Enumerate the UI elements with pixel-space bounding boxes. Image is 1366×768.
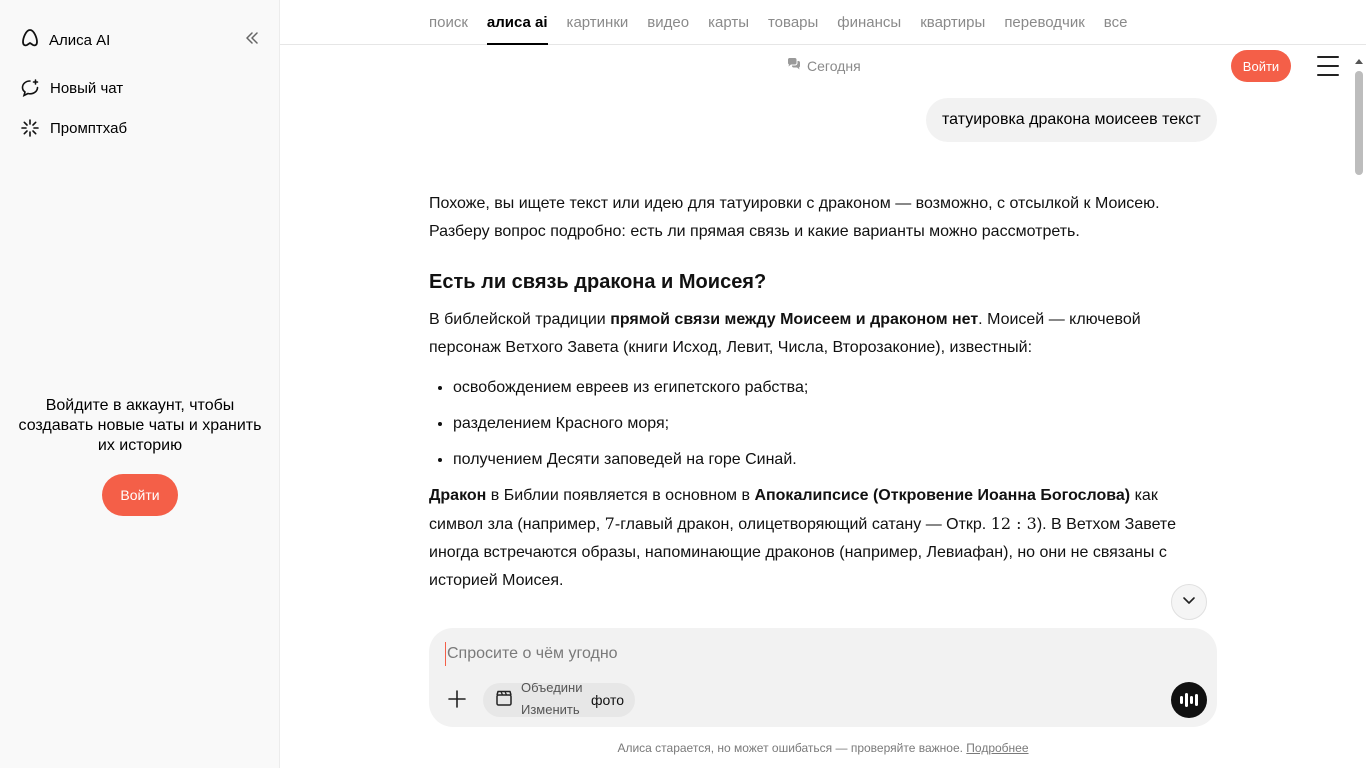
sidebar-item-prompthub[interactable]: Промптхаб — [20, 118, 127, 138]
tab-products[interactable]: товары — [768, 0, 818, 45]
tab-all[interactable]: все — [1104, 0, 1128, 45]
chat-date-label: Сегодня — [787, 57, 861, 74]
list-item: освобождением евреев из египетского рабс… — [453, 374, 1179, 402]
list-item: разделением Красного моря; — [453, 410, 1179, 438]
chevron-down-icon — [1181, 592, 1197, 613]
add-attachment-icon[interactable] — [446, 688, 468, 710]
sidebar-item-label: Новый чат — [50, 79, 124, 97]
composer: Объедини Изменить фото — [429, 628, 1217, 727]
tab-alice-ai[interactable]: алиса ai — [486, 0, 548, 45]
scroll-to-bottom-button[interactable] — [1171, 584, 1207, 620]
tab-search[interactable]: поиск — [429, 0, 468, 45]
tab-finance[interactable]: финансы — [837, 0, 901, 45]
disclaimer-text: Алиса старается, но может ошибаться — пр… — [617, 741, 967, 755]
scroll-thumb[interactable] — [1355, 71, 1363, 175]
answer-heading: Есть ли связь дракона и Моисея? — [429, 271, 767, 293]
scrollbar[interactable] — [1352, 45, 1366, 768]
sidebar-item-new-chat[interactable]: Новый чат — [20, 78, 123, 98]
menu-icon[interactable] — [1317, 56, 1339, 76]
clapperboard-icon — [495, 689, 513, 712]
login-prompt-text: Войдите в аккаунт, чтобы создавать новые… — [18, 397, 262, 454]
disclaimer: Алиса старается, но может ошибаться — пр… — [429, 741, 1217, 755]
tab-images[interactable]: картинки — [567, 0, 629, 45]
top-nav: поиск алиса ai картинки видео карты това… — [280, 0, 1366, 45]
chip-rotating-top: Объедини — [521, 683, 583, 695]
answer-paragraph: В библейской традиции прямой связи между… — [429, 311, 1141, 356]
header-login-button[interactable]: Войти — [1231, 50, 1291, 82]
chip-label: фото — [591, 692, 625, 708]
user-message: татуировка дракона моисеев текст — [926, 98, 1217, 142]
answer-intro: Похоже, вы ищете текст или идею для тату… — [429, 195, 1160, 240]
sparkle-icon — [20, 118, 40, 138]
search-tabs: поиск алиса ai картинки видео карты това… — [429, 0, 1146, 45]
tab-apartments[interactable]: квартиры — [920, 0, 985, 45]
tab-translator[interactable]: переводчик — [1004, 0, 1084, 45]
list-item: получением Десяти заповедей на горе Сина… — [453, 446, 1179, 474]
voice-wave-icon — [1180, 693, 1198, 707]
brand[interactable]: Алиса AI — [20, 28, 110, 52]
today-label: Сегодня — [807, 57, 861, 74]
chip-rotating-text: Объедини Изменить — [521, 683, 583, 717]
user-message-text: татуировка дракона моисеев текст — [942, 111, 1201, 128]
tab-video[interactable]: видео — [647, 0, 689, 45]
alice-logo-icon — [20, 28, 40, 52]
sidebar-item-label: Промптхаб — [50, 119, 128, 137]
sidebar-login-button[interactable]: Войти — [102, 474, 178, 516]
photo-edit-chip[interactable]: Объедини Изменить фото — [483, 683, 635, 717]
brand-label: Алиса AI — [49, 31, 111, 49]
answer-list: освобождением евреев из египетского рабс… — [453, 374, 1179, 474]
tab-maps[interactable]: карты — [708, 0, 749, 45]
prompt-input[interactable] — [445, 642, 1145, 666]
voice-input-button[interactable] — [1171, 682, 1207, 718]
collapse-sidebar-icon[interactable] — [242, 28, 262, 48]
new-chat-icon — [20, 78, 40, 98]
learn-more-link[interactable]: Подробнее — [966, 741, 1028, 755]
scroll-up-icon[interactable] — [1355, 59, 1363, 64]
chat-bubbles-icon — [787, 57, 801, 74]
answer-paragraph: Дракон в Библии появляется в основном в … — [429, 487, 1176, 589]
chip-rotating-bottom: Изменить — [521, 702, 580, 717]
sidebar: Алиса AI Новый чат Промптхаб Войдите в а… — [0, 0, 280, 768]
assistant-answer: Похоже, вы ищете текст или идею для тату… — [429, 190, 1179, 607]
